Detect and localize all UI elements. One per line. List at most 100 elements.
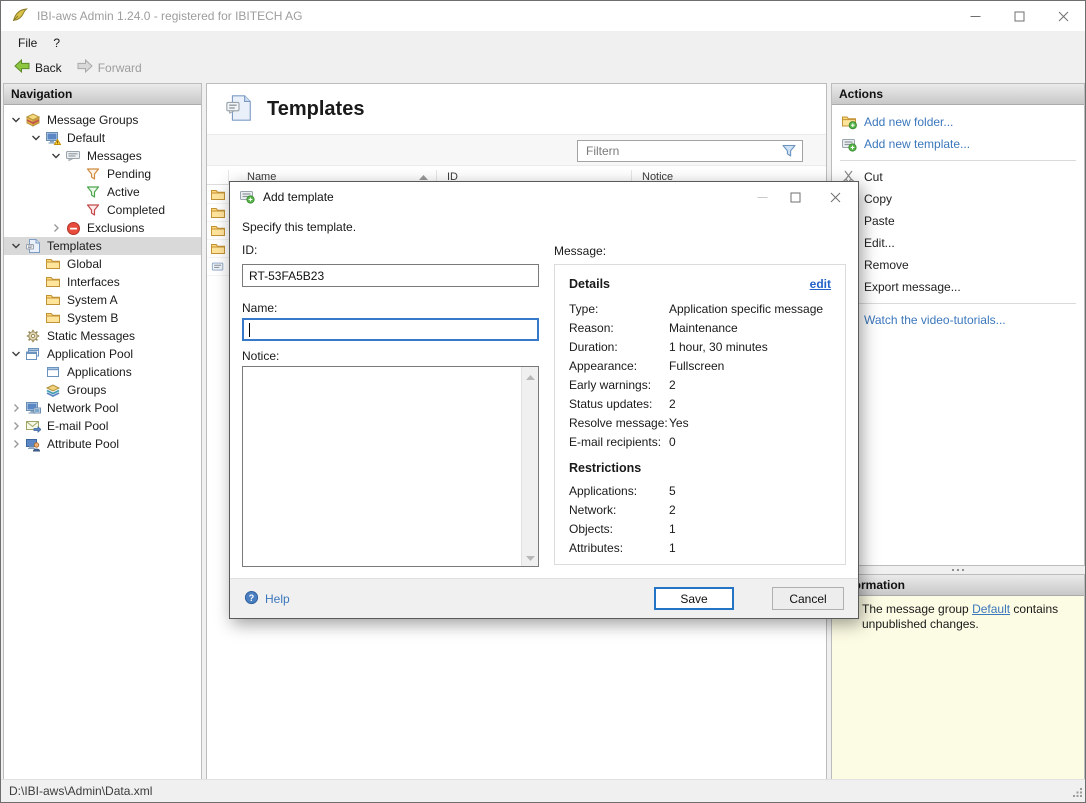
tree-item-messages[interactable]: Messages [4,147,201,165]
cancel-button[interactable]: Cancel [772,587,844,610]
id-input[interactable] [242,264,539,287]
scroll-up-icon[interactable] [525,369,535,383]
tree-item-exclusions[interactable]: Exclusions [4,219,201,237]
panel-splitter-handle[interactable] [831,566,1085,574]
expand-chevron-icon[interactable] [48,223,64,233]
folder-icon [44,274,62,290]
tree-item-label: Pending [107,167,152,181]
action-add-new-template[interactable]: Add new template... [832,133,1084,155]
detail-label: Appearance: [569,358,638,373]
tree-item-interfaces[interactable]: Interfaces [4,273,201,291]
detail-row: Attributes: 1 [569,538,831,557]
help-link[interactable]: ? Help [244,590,290,608]
action-copy[interactable]: Copy [832,188,1084,210]
add-template-dialog: Add template Specify this template. ID: … [229,181,859,619]
default-group-link[interactable]: Default [972,602,1010,616]
expand-chevron-icon[interactable] [8,403,24,413]
tree-item-label: System A [67,293,118,307]
tree-item-application-pool[interactable]: Application Pool [4,345,201,363]
detail-value: 0 [669,434,676,449]
filter-input[interactable] [578,142,781,160]
expand-chevron-icon[interactable] [8,439,24,449]
tree-item-system-a[interactable]: System A [4,291,201,309]
menu-file[interactable]: File [10,33,45,53]
action-cut[interactable]: Cut [832,166,1084,188]
menubar: File? [1,31,1085,54]
action-paste[interactable]: Paste [832,210,1084,232]
resize-grip[interactable] [1072,786,1083,800]
tree-item-system-b[interactable]: System B [4,309,201,327]
tree-item-network-pool[interactable]: Network Pool [4,399,201,417]
information-panel: Information The message group Default co… [831,574,1085,780]
notice-scrollbar[interactable] [521,367,538,566]
detail-value: 2 [669,396,676,411]
tree-item-active[interactable]: Active [4,183,201,201]
detail-row: Network: 2 [569,500,831,519]
tree-item-label: Application Pool [47,347,134,361]
scroll-down-icon[interactable] [525,550,535,564]
tree-item-templates[interactable]: Templates [4,237,201,255]
collapse-chevron-icon[interactable] [8,241,24,251]
tree-item-default[interactable]: Default [4,129,201,147]
tree-item-completed[interactable]: Completed [4,201,201,219]
name-input[interactable] [242,318,539,341]
back-button[interactable]: Back [7,55,68,80]
collapse-chevron-icon[interactable] [8,115,24,125]
name-label: Name: [242,301,278,315]
actions-separator [840,160,1076,161]
add-template-icon [840,136,857,152]
tree-item-label: Static Messages [47,329,136,343]
minimize-button[interactable] [746,182,779,212]
close-button[interactable] [812,182,858,212]
groups-icon [44,382,62,398]
edit-link[interactable]: edit [810,277,831,291]
save-button[interactable]: Save [654,587,734,610]
action-label: Add new template... [864,137,971,151]
tree-item-label: System B [67,311,119,325]
maximize-button[interactable] [997,1,1041,31]
action-add-new-folder[interactable]: Add new folder... [832,111,1084,133]
action-edit[interactable]: Edit... [832,232,1084,254]
tree-item-static-messages[interactable]: Static Messages [4,327,201,345]
detail-row: Duration: 1 hour, 30 minutes [569,337,831,356]
action-watch-the-video-tutorials[interactable]: Watch the video-tutorials... [832,309,1084,331]
close-button[interactable] [1041,1,1085,31]
message-label: Message: [554,244,607,258]
detail-label: E-mail recipients: [569,434,662,449]
tree-item-groups[interactable]: Groups [4,381,201,399]
minimize-button[interactable] [953,1,997,31]
tree-item-global[interactable]: Global [4,255,201,273]
back-arrow-icon [13,58,31,77]
message-groups-icon [24,112,42,128]
maximize-button[interactable] [779,182,812,212]
filter-funnel-icon[interactable] [781,144,802,158]
exclusions-icon [64,221,82,236]
detail-label: Attributes: [569,540,624,555]
notice-textarea[interactable] [242,366,539,567]
forward-button[interactable]: Forward [70,55,148,80]
action-label: Export message... [864,280,961,294]
navigation-panel: Navigation Message Groups Default Messages… [3,83,202,780]
detail-label: Type: [569,301,599,316]
detail-label: Reason: [569,320,614,335]
tree-item-e-mail-pool[interactable]: E-mail Pool [4,417,201,435]
funnel-active-icon [84,185,102,199]
expand-chevron-icon[interactable] [8,421,24,431]
action-export-message[interactable]: Export message... [832,276,1084,298]
tree-item-pending[interactable]: Pending [4,165,201,183]
detail-value: 5 [669,483,676,498]
tree-item-label: Templates [47,239,102,253]
menu-[interactable]: ? [45,33,68,53]
collapse-chevron-icon[interactable] [48,151,64,161]
tree-item-attribute-pool[interactable]: Attribute Pool [4,435,201,453]
action-remove[interactable]: Remove [832,254,1084,276]
folder-icon [44,292,62,308]
tree-item-applications[interactable]: Applications [4,363,201,381]
tree-item-message-groups[interactable]: Message Groups [4,111,201,129]
id-label: ID: [242,243,258,257]
collapse-chevron-icon[interactable] [8,349,24,359]
collapse-chevron-icon[interactable] [28,133,44,143]
static-messages-icon [24,328,42,344]
details-heading: Details [569,277,610,291]
funnel-completed-icon [84,203,102,217]
